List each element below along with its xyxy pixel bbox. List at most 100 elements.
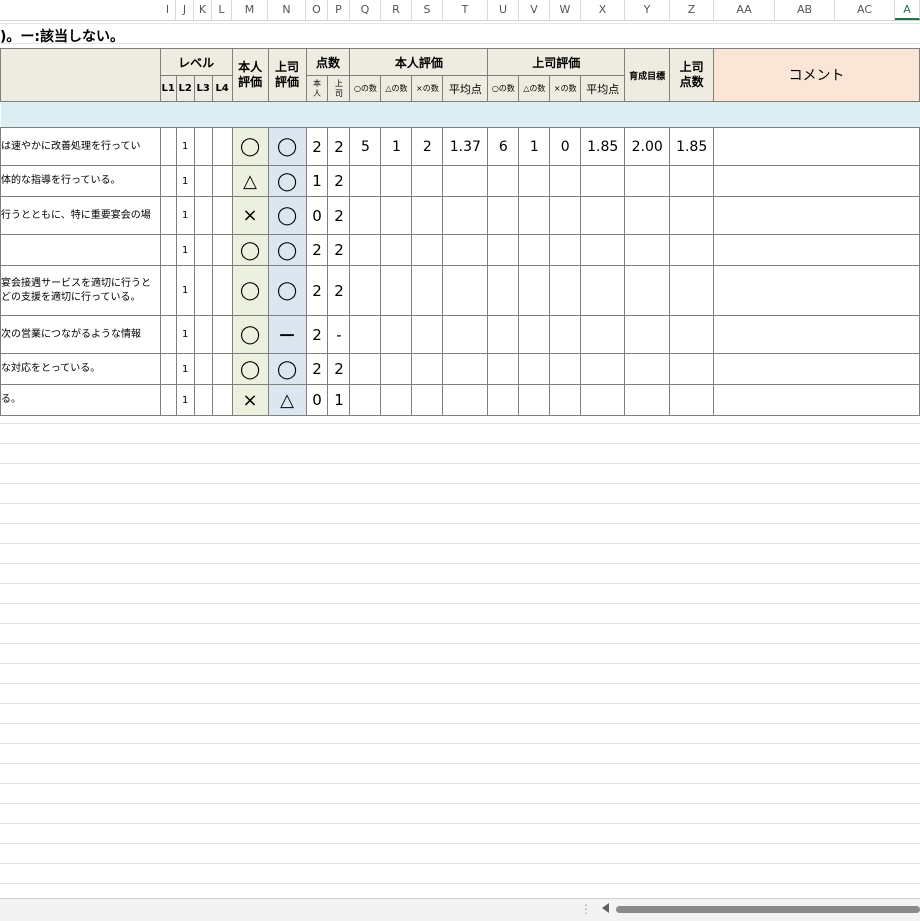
empty-cell[interactable]	[487, 234, 520, 266]
comment-header[interactable]: コメント	[713, 48, 920, 102]
empty-cell[interactable]	[380, 234, 413, 266]
empty-cell[interactable]	[411, 234, 444, 266]
empty-cell[interactable]	[411, 165, 444, 197]
score-boss-cell[interactable]: 2	[327, 196, 351, 235]
level-l2-cell[interactable]: 1	[175, 165, 195, 197]
item-header-cell[interactable]	[0, 48, 161, 102]
empty-cell[interactable]	[380, 315, 413, 354]
level-header[interactable]: レベル	[159, 48, 233, 76]
self-triangle-count-cell[interactable]: 1	[380, 127, 413, 166]
empty-cell[interactable]	[349, 165, 382, 197]
empty-cell[interactable]	[669, 234, 715, 266]
col-header-t[interactable]: T	[443, 0, 488, 20]
col-header-r[interactable]: R	[381, 0, 412, 20]
score-self-cell[interactable]: 1	[305, 165, 329, 197]
score-boss-cell[interactable]: -	[327, 315, 351, 354]
level-l2-cell[interactable]: 1	[175, 265, 195, 316]
level-l1-header[interactable]: L1	[159, 75, 177, 102]
boss-eval-cell[interactable]: ◯	[267, 165, 307, 197]
score-boss-cell[interactable]: 2	[327, 234, 351, 266]
boss-eval-cell[interactable]: －	[267, 315, 307, 354]
col-header-l[interactable]: L	[212, 0, 232, 20]
item-text-cell[interactable]: は速やかに改善処理を行ってい	[0, 127, 161, 166]
level-l4-cell[interactable]	[211, 384, 233, 416]
score-boss-cell[interactable]: 1	[327, 384, 351, 416]
score-boss-cell[interactable]: 2	[327, 127, 351, 166]
level-l3-cell[interactable]	[193, 265, 213, 316]
level-l2-cell[interactable]: 1	[175, 234, 195, 266]
empty-cell[interactable]	[580, 165, 626, 197]
level-l3-cell[interactable]	[193, 384, 213, 416]
col-header-u[interactable]: U	[488, 0, 519, 20]
boss-cross-count-cell[interactable]: 0	[549, 127, 582, 166]
empty-cell[interactable]	[669, 265, 715, 316]
self-triangle-count-header[interactable]: △の数	[380, 75, 413, 102]
empty-cell[interactable]	[580, 384, 626, 416]
col-header-ab[interactable]: AB	[775, 0, 835, 20]
level-l1-cell[interactable]	[159, 234, 177, 266]
col-header-m[interactable]: M	[232, 0, 268, 20]
level-l4-cell[interactable]	[211, 165, 233, 197]
level-l2-cell[interactable]: 1	[175, 353, 195, 385]
empty-cell[interactable]	[549, 353, 582, 385]
level-l2-header[interactable]: L2	[175, 75, 195, 102]
col-header-ac[interactable]: AC	[835, 0, 895, 20]
score-self-header[interactable]: 本 人	[305, 75, 329, 102]
section-band-cell[interactable]	[0, 101, 920, 128]
boss-eval-cell[interactable]: ◯	[267, 353, 307, 385]
self-eval-cell[interactable]: ◯	[231, 127, 269, 166]
self-eval-cell[interactable]: ◯	[231, 234, 269, 266]
item-text-cell[interactable]: 行うとともに、特に重要宴会の場	[0, 196, 161, 235]
empty-cell[interactable]	[442, 353, 489, 385]
level-l1-cell[interactable]	[159, 127, 177, 166]
horizontal-scrollbar[interactable]: ⋮	[0, 898, 920, 921]
empty-cell[interactable]	[411, 265, 444, 316]
self-average-cell[interactable]: 1.37	[442, 127, 489, 166]
item-text-cell[interactable]: 体的な指導を行っている。	[0, 165, 161, 197]
empty-cell[interactable]	[411, 384, 444, 416]
empty-cell[interactable]	[411, 315, 444, 354]
empty-cell[interactable]	[380, 384, 413, 416]
boss-cross-count-header[interactable]: ×の数	[549, 75, 582, 102]
empty-cell[interactable]	[442, 315, 489, 354]
level-l4-cell[interactable]	[211, 353, 233, 385]
comment-cell[interactable]	[713, 353, 920, 385]
empty-cell[interactable]	[549, 196, 582, 235]
empty-cell[interactable]	[487, 353, 520, 385]
empty-cell[interactable]	[669, 196, 715, 235]
level-l3-cell[interactable]	[193, 165, 213, 197]
score-boss-header[interactable]: 上 司	[327, 75, 351, 102]
self-eval-cell[interactable]: ◯	[231, 315, 269, 354]
scroll-split-handle-icon[interactable]: ⋮	[580, 902, 592, 916]
level-l3-cell[interactable]	[193, 196, 213, 235]
col-header-o[interactable]: O	[306, 0, 328, 20]
score-self-cell[interactable]: 2	[305, 234, 329, 266]
scroll-left-arrow-icon[interactable]	[602, 903, 609, 913]
comment-cell[interactable]	[713, 234, 920, 266]
boss-eval-header[interactable]: 上司 評価	[267, 48, 307, 102]
score-boss-cell[interactable]: 2	[327, 165, 351, 197]
empty-cell[interactable]	[487, 265, 520, 316]
col-header-y[interactable]: Y	[625, 0, 670, 20]
boss-eval-cell[interactable]: ◯	[267, 234, 307, 266]
self-eval-cell[interactable]: ×	[231, 196, 269, 235]
empty-cell[interactable]	[442, 384, 489, 416]
item-text-cell[interactable]: な対応をとっている。	[0, 353, 161, 385]
scroll-thumb[interactable]	[616, 906, 920, 913]
empty-cell[interactable]	[624, 353, 671, 385]
self-average-header[interactable]: 平均点	[442, 75, 489, 102]
level-l4-header[interactable]: L4	[211, 75, 233, 102]
level-l3-cell[interactable]	[193, 353, 213, 385]
score-self-cell[interactable]: 2	[305, 127, 329, 166]
empty-cell[interactable]	[580, 315, 626, 354]
level-l1-cell[interactable]	[159, 196, 177, 235]
empty-cell[interactable]	[349, 315, 382, 354]
empty-cell[interactable]	[549, 265, 582, 316]
empty-cell[interactable]	[549, 234, 582, 266]
empty-cell[interactable]	[518, 196, 551, 235]
boss-average-header[interactable]: 平均点	[580, 75, 626, 102]
empty-cell[interactable]	[669, 315, 715, 354]
boss-circle-count-header[interactable]: ○の数	[487, 75, 520, 102]
comment-cell[interactable]	[713, 127, 920, 166]
self-eval-cell[interactable]: △	[231, 165, 269, 197]
